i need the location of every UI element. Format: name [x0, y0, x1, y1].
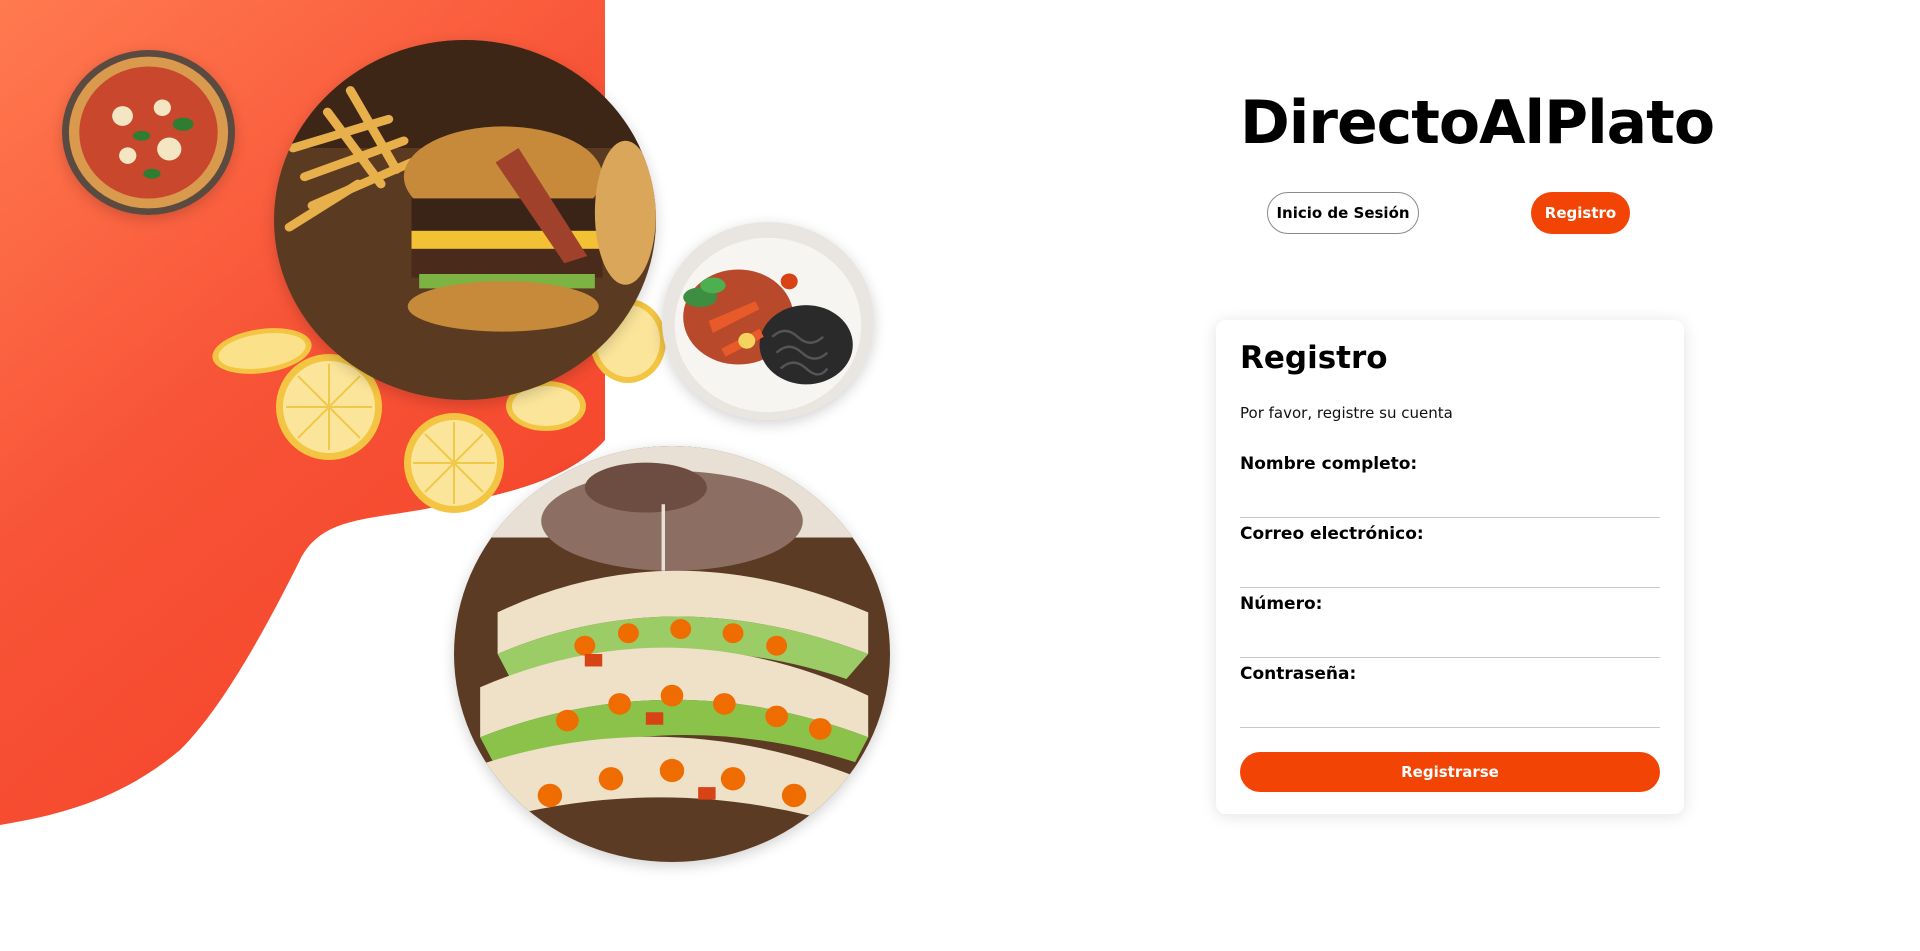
email-input[interactable]	[1240, 554, 1660, 588]
full-name-field: Nombre completo:	[1240, 454, 1660, 520]
registration-page: DirectoAlPlato Inicio de Sesión Registro…	[0, 0, 1920, 951]
login-tab-button[interactable]: Inicio de Sesión	[1267, 192, 1419, 234]
email-label: Correo electrónico:	[1240, 524, 1424, 544]
email-field: Correo electrónico:	[1240, 524, 1660, 590]
phone-field: Número:	[1240, 594, 1660, 660]
full-name-input[interactable]	[1240, 484, 1660, 518]
hero-collage	[0, 0, 960, 951]
password-input[interactable]	[1240, 694, 1660, 728]
phone-label: Número:	[1240, 594, 1323, 614]
full-name-label: Nombre completo:	[1240, 454, 1418, 474]
password-field: Contraseña:	[1240, 664, 1660, 730]
tacos-image	[454, 446, 890, 862]
form-title: Registro	[1240, 340, 1388, 376]
lemon-slice-icon	[404, 413, 504, 513]
pasta-vegetables-image	[662, 222, 874, 420]
register-submit-button[interactable]: Registrarse	[1240, 752, 1660, 792]
pizza-image	[62, 50, 235, 215]
phone-input[interactable]	[1240, 624, 1660, 658]
form-subtitle: Por favor, registre su cuenta	[1240, 404, 1453, 422]
password-label: Contraseña:	[1240, 664, 1357, 684]
app-logo-title: DirectoAlPlato	[1240, 88, 1715, 158]
burger-fries-image	[274, 40, 656, 400]
auth-tabs: Inicio de Sesión Registro	[1267, 192, 1630, 234]
register-tab-button[interactable]: Registro	[1531, 192, 1630, 234]
registration-card: Registro Por favor, registre su cuenta N…	[1216, 320, 1684, 814]
